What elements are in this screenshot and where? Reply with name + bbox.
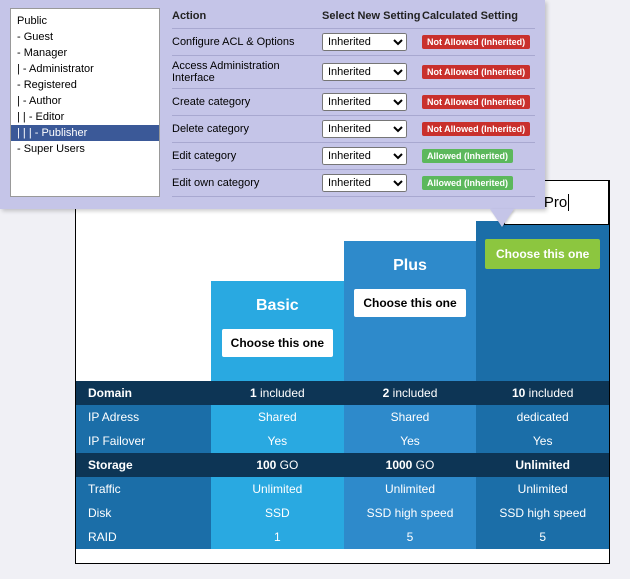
domain-header-label: Domain (76, 381, 211, 405)
plan-basic: Basic Choose this one (211, 281, 344, 381)
tree-item[interactable]: Public (11, 13, 159, 29)
acl-setting-select[interactable]: Inherited (322, 93, 407, 111)
tree-item[interactable]: - Manager (11, 45, 159, 61)
choose-plus-button[interactable]: Choose this one (354, 289, 465, 317)
row-ip-address: IP Adress Shared Shared dedicated (76, 405, 609, 429)
acl-setting-select[interactable]: Inherited (322, 63, 407, 81)
row-disk: Disk SSD SSD high speed SSD high speed (76, 501, 609, 525)
row-ip-failover: IP Failover Yes Yes Yes (76, 429, 609, 453)
acl-row: Edit own categoryInherited Allowed (Inher… (172, 169, 535, 197)
acl-setting-select[interactable]: Inherited (322, 147, 407, 165)
acl-header-calc: Calculated Setting (422, 10, 535, 22)
plan-pro: Choose this one (476, 221, 609, 381)
acl-header-select: Select New Setting (322, 10, 422, 22)
acl-action-label: Access Administration Interface (172, 60, 322, 84)
callout-pointer (490, 209, 514, 227)
acl-row: Edit categoryInherited Allowed (Inherited… (172, 142, 535, 169)
acl-setting-select[interactable]: Inherited (322, 120, 407, 138)
acl-calculated-badge: Allowed (Inherited) (422, 149, 513, 163)
acl-action-label: Configure ACL & Options (172, 36, 322, 48)
tree-item[interactable]: | | | - Publisher (11, 125, 159, 141)
plan-plus-title: Plus (393, 257, 427, 275)
choose-basic-button[interactable]: Choose this one (222, 329, 333, 357)
pricing-table: Pro Basic Choose this one Plus Choose th… (75, 180, 610, 564)
row-traffic: Traffic Unlimited Unlimited Unlimited (76, 477, 609, 501)
tree-item[interactable]: | - Administrator (11, 61, 159, 77)
acl-action-label: Delete category (172, 123, 322, 135)
acl-setting-select[interactable]: Inherited (322, 33, 407, 51)
acl-action-label: Edit category (172, 150, 322, 162)
acl-header-action: Action (172, 10, 322, 22)
acl-calculated-badge: Not Allowed (Inherited) (422, 122, 530, 136)
acl-action-label: Create category (172, 96, 322, 108)
acl-row: Configure ACL & OptionsInherited Not Allo… (172, 28, 535, 55)
tree-item[interactable]: | | - Editor (11, 109, 159, 125)
acl-row: Delete categoryInherited Not Allowed (Inh… (172, 115, 535, 142)
tree-item[interactable]: | - Author (11, 93, 159, 109)
acl-setting-select[interactable]: Inherited (322, 174, 407, 192)
acl-table: Action Select New Setting Calculated Set… (172, 8, 535, 197)
user-group-tree: Public- Guest- Manager| - Administrator-… (10, 8, 160, 197)
acl-calculated-badge: Not Allowed (Inherited) (422, 95, 530, 109)
tree-item[interactable]: - Guest (11, 29, 159, 45)
row-storage-header: Storage 100 GO 1000 GO Unlimited (76, 453, 609, 477)
acl-calculated-badge: Not Allowed (Inherited) (422, 35, 530, 49)
acl-row: Access Administration InterfaceInherited… (172, 55, 535, 88)
choose-pro-button[interactable]: Choose this one (485, 239, 600, 269)
plan-plus: Plus Choose this one (344, 241, 477, 381)
acl-row: Create categoryInherited Not Allowed (Inh… (172, 88, 535, 115)
row-domain-header: Domain 1 included 2 included 10 included (76, 381, 609, 405)
row-raid: RAID 1 5 5 (76, 525, 609, 563)
tree-item[interactable]: - Registered (11, 77, 159, 93)
acl-calculated-badge: Not Allowed (Inherited) (422, 65, 530, 79)
pro-label: Pro (544, 194, 569, 211)
plan-basic-title: Basic (256, 297, 299, 315)
acl-calculated-badge: Allowed (Inherited) (422, 176, 513, 190)
tree-item[interactable]: - Super Users (11, 141, 159, 157)
acl-action-label: Edit own category (172, 177, 322, 189)
acl-panel: Public- Guest- Manager| - Administrator-… (0, 0, 545, 209)
